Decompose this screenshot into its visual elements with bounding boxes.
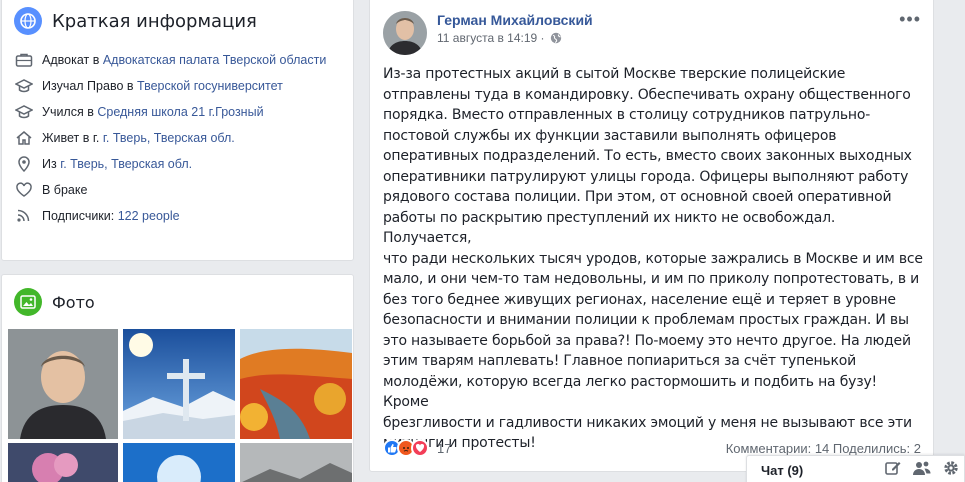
intro-row-lives: Живет в г. г. Тверь, Тверская обл.	[14, 129, 341, 147]
intro-school-link[interactable]: Средняя школа 21 г.Грозный	[97, 105, 263, 119]
intro-followers-prefix: Подписчики:	[42, 209, 118, 223]
photos-header: Фото	[2, 275, 353, 329]
globe-icon	[550, 32, 562, 44]
reactions[interactable]: 17	[383, 439, 451, 457]
intro-from-prefix: Из	[42, 157, 61, 171]
more-options-icon[interactable]: •••	[899, 9, 921, 30]
intro-from-link[interactable]: г. Тверь, Тверская обл.	[60, 157, 192, 171]
intro-row-relationship: В браке	[14, 181, 341, 199]
new-group-icon[interactable]	[912, 459, 932, 482]
photo-icon	[14, 288, 42, 316]
gear-icon[interactable]	[942, 459, 960, 482]
intro-row-work: Адвокат в Адвокатская палата Тверской об…	[14, 51, 341, 69]
post-header: Герман Михайловский 11 августа в 14:19 ·	[383, 11, 593, 55]
home-icon	[14, 129, 34, 147]
intro-university-prefix: Изучал Право в	[42, 79, 137, 93]
intro-header: Краткая информация	[2, 0, 353, 45]
love-reaction-icon	[411, 439, 429, 457]
intro-row-university: Изучал Право в Тверской госуниверситет	[14, 77, 341, 95]
intro-list: Адвокат в Адвокатская палата Тверской об…	[2, 51, 353, 225]
post-date: 11 августа в 14:19 ·	[437, 31, 593, 45]
intro-row-followers: Подписчики: 122 people	[14, 207, 341, 225]
photo-thumb-cross[interactable]	[123, 329, 235, 439]
intro-work-link[interactable]: Адвокатская палата Тверской области	[103, 53, 327, 67]
intro-university-link[interactable]: Тверской госуниверситет	[137, 79, 283, 93]
photo-thumb-blue-sky[interactable]	[123, 443, 235, 482]
intro-school-prefix: Учился в	[42, 105, 98, 119]
photo-thumb-autumn[interactable]	[240, 329, 352, 439]
intro-lives-link[interactable]: г. Тверь, Тверская обл.	[103, 131, 235, 145]
intro-followers-link[interactable]: 122 people	[118, 209, 180, 223]
rss-icon	[14, 207, 34, 225]
graduation-cap-icon	[14, 103, 34, 121]
location-pin-icon	[14, 155, 34, 173]
post-date-text[interactable]: 11 августа в 14:19 ·	[437, 31, 545, 45]
globe-icon	[14, 7, 42, 35]
post-card: Герман Михайловский 11 августа в 14:19 ·…	[369, 0, 934, 472]
intro-row-school: Учился в Средняя школа 21 г.Грозный	[14, 103, 341, 121]
photos-card: Фото	[1, 274, 354, 482]
chat-label[interactable]: Чат (9)	[761, 463, 803, 478]
intro-title: Краткая информация	[52, 10, 257, 32]
photos-title: Фото	[52, 292, 95, 312]
intro-lives-prefix: Живет в г.	[42, 131, 103, 145]
graduation-cap-icon	[14, 77, 34, 95]
photo-thumb-pink-tree[interactable]	[8, 443, 118, 482]
author-name[interactable]: Герман Михайловский	[437, 11, 593, 29]
heart-icon	[14, 181, 34, 199]
author-avatar[interactable]	[383, 11, 427, 55]
intro-card: Краткая информация Адвокат в Адвокатская…	[1, 0, 354, 261]
reaction-count[interactable]: 17	[437, 441, 451, 456]
post-stats[interactable]: Комментарии: 14 Поделились: 2	[726, 441, 921, 456]
photo-thumb-portrait[interactable]	[8, 329, 118, 439]
chat-bar[interactable]: Чат (9)	[746, 455, 965, 482]
intro-work-prefix: Адвокат в	[42, 53, 103, 67]
compose-icon[interactable]	[884, 459, 902, 482]
photo-thumb-grey[interactable]	[240, 443, 352, 482]
intro-relationship-text: В браке	[42, 183, 88, 197]
post-body: Из-за протестных акций в сытой Москве тв…	[383, 66, 923, 451]
intro-row-from: Из г. Тверь, Тверская обл.	[14, 155, 341, 173]
briefcase-icon	[14, 51, 34, 69]
